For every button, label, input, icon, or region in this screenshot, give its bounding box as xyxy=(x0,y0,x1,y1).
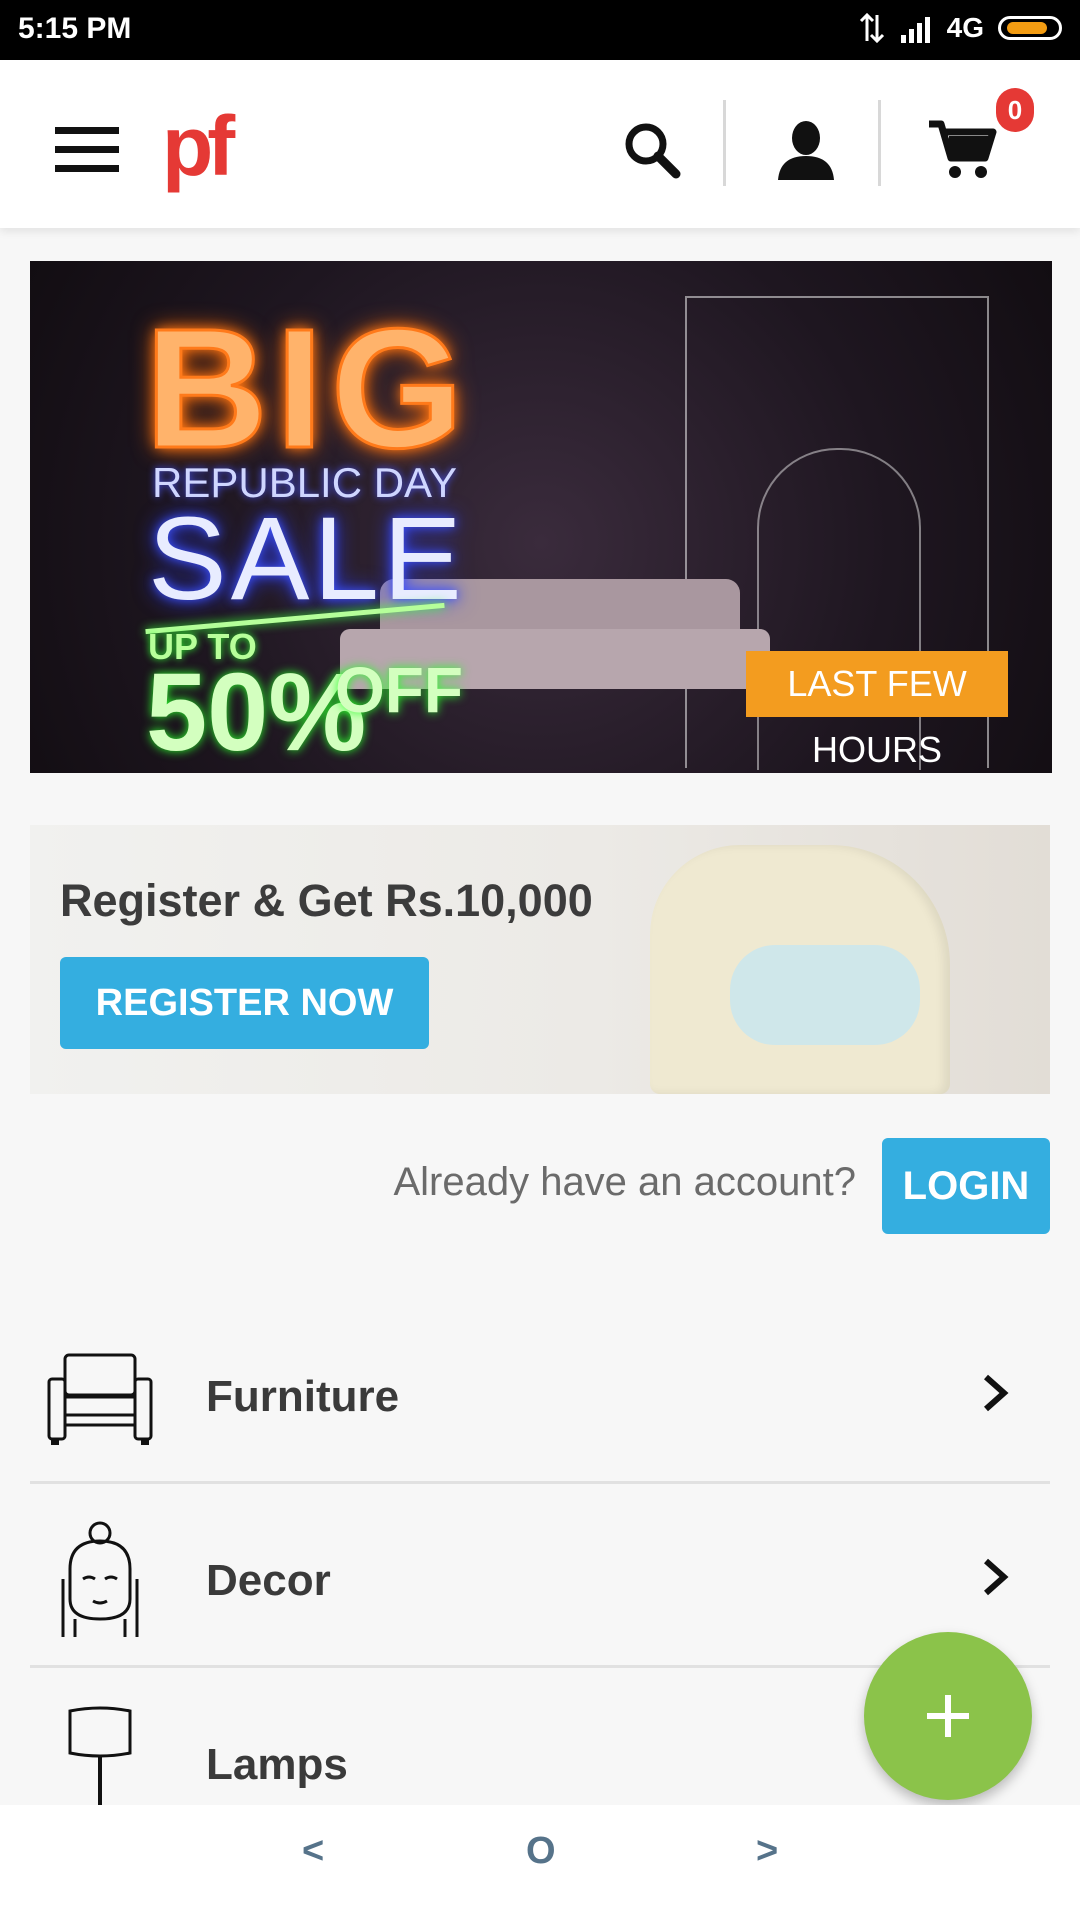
login-button[interactable]: LOGIN xyxy=(882,1138,1050,1234)
app-header: pf 0 xyxy=(0,60,1080,228)
armchair-icon xyxy=(47,1353,153,1445)
nav-forward-button[interactable]: > xyxy=(756,1830,778,1873)
signal-icon xyxy=(900,17,930,43)
plus-icon xyxy=(927,1695,969,1737)
status-bar: 5:15 PM 4G xyxy=(0,0,1080,60)
cart-icon xyxy=(929,120,997,178)
account-button[interactable] xyxy=(766,110,846,190)
header-divider xyxy=(723,100,726,186)
last-few-hours-tag: LAST FEW HOURS xyxy=(746,651,1008,770)
banner-off-text: OFF xyxy=(335,654,463,726)
menu-button[interactable] xyxy=(55,127,119,172)
search-button[interactable] xyxy=(612,110,692,190)
chevron-right-icon xyxy=(980,1554,1010,1608)
nav-back-button[interactable]: < xyxy=(302,1830,324,1873)
republic-day-sale-banner[interactable]: BIG REPUBLIC DAY SALE UP TO 50% OFF LAST… xyxy=(30,261,1052,773)
header-divider xyxy=(878,100,881,186)
system-nav-bar: < O > xyxy=(0,1805,1080,1920)
chevron-right-icon xyxy=(980,1370,1010,1424)
login-prompt: Already have an account? xyxy=(393,1160,856,1204)
nav-home-button[interactable]: O xyxy=(526,1830,556,1873)
data-transfer-icon xyxy=(859,13,884,43)
banner-percent-text: 50% xyxy=(146,651,367,773)
category-label: Lamps xyxy=(206,1740,348,1789)
battery-icon xyxy=(998,16,1062,40)
status-time: 5:15 PM xyxy=(18,12,132,45)
cart-button[interactable] xyxy=(922,110,1002,190)
category-item-furniture[interactable]: Furniture xyxy=(30,1300,1050,1484)
promo-title: Register & Get Rs.10,000 xyxy=(60,875,593,926)
category-item-decor[interactable]: Decor xyxy=(30,1484,1050,1668)
brand-logo[interactable]: pf xyxy=(162,98,235,195)
search-icon xyxy=(625,123,681,179)
pillow-image xyxy=(730,945,920,1045)
buddha-head-icon xyxy=(61,1521,139,1637)
register-promo-banner: Register & Get Rs.10,000 REGISTER NOW xyxy=(30,825,1050,1094)
banner-big-text: BIG xyxy=(143,293,472,486)
register-now-button[interactable]: REGISTER NOW xyxy=(60,957,429,1049)
cart-count-badge: 0 xyxy=(996,88,1034,132)
user-icon xyxy=(778,121,834,180)
category-label: Decor xyxy=(206,1556,331,1605)
network-type: 4G xyxy=(946,12,984,43)
login-row: Already have an account? LOGIN xyxy=(0,1138,1080,1234)
category-label: Furniture xyxy=(206,1372,400,1421)
status-icons: 4G xyxy=(859,12,1062,44)
add-fab-button[interactable] xyxy=(864,1632,1032,1800)
